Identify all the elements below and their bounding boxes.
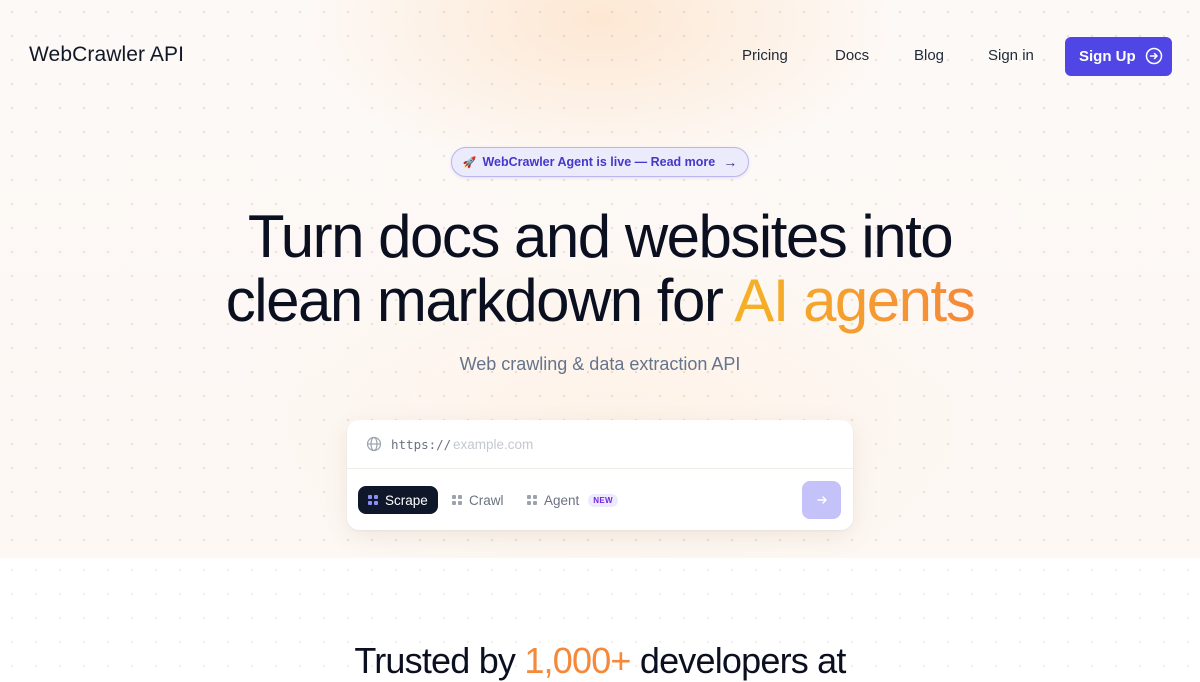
- hero-headline: Turn docs and websites into clean markdo…: [0, 205, 1200, 333]
- url-prefix: https://: [391, 437, 452, 452]
- url-row: https://: [347, 420, 853, 469]
- nav-link-pricing[interactable]: Pricing: [742, 47, 788, 64]
- sign-up-label: Sign Up: [1079, 48, 1136, 65]
- mode-label-agent: Agent: [544, 492, 580, 508]
- announcement-text: WebCrawler Agent is live — Read more: [482, 155, 716, 169]
- hero-subheadline: Web crawling & data extraction API: [459, 354, 741, 374]
- nav-link-blog[interactable]: Blog: [914, 47, 944, 64]
- grid-icon: [452, 495, 462, 505]
- top-navigation: WebCrawler API Pricing Docs Blog Sign in…: [0, 0, 1200, 112]
- sign-up-button[interactable]: Sign Up: [1065, 37, 1172, 76]
- trusted-heading: Trusted by 1,000+ developers at: [0, 640, 1200, 682]
- grid-icon: [368, 495, 378, 505]
- url-input[interactable]: [453, 432, 813, 456]
- trusted-suffix: developers at: [630, 640, 847, 681]
- mode-tab-agent[interactable]: Agent NEW: [527, 486, 618, 514]
- rocket-icon: 🚀: [462, 156, 477, 169]
- arrow-circle-right-icon: [1145, 47, 1163, 65]
- arrow-right-icon: →: [723, 154, 738, 170]
- nav-link-sign-in[interactable]: Sign in: [988, 47, 1034, 64]
- url-input-card: https:// Scrape Crawl Agent NEW: [347, 420, 853, 530]
- mode-label-crawl: Crawl: [469, 492, 504, 508]
- brand-logo[interactable]: WebCrawler API: [29, 43, 184, 67]
- headline-line-1: Turn docs and websites into: [247, 203, 954, 270]
- arrow-right-icon: [816, 496, 827, 504]
- new-badge: NEW: [588, 493, 618, 507]
- mode-tab-scrape[interactable]: Scrape: [358, 486, 438, 514]
- trusted-count: 1,000+: [524, 640, 631, 681]
- mode-tab-crawl[interactable]: Crawl: [452, 486, 504, 514]
- grid-icon: [527, 495, 537, 505]
- submit-button[interactable]: [802, 481, 841, 519]
- headline-accent: AI agents: [734, 267, 976, 334]
- globe-icon: [366, 436, 382, 452]
- announcement-pill[interactable]: 🚀 WebCrawler Agent is live — Read more →: [451, 147, 749, 177]
- mode-label-scrape: Scrape: [385, 492, 428, 508]
- nav-link-docs[interactable]: Docs: [835, 47, 869, 64]
- trusted-prefix: Trusted by: [354, 640, 525, 681]
- headline-line-2-prefix: clean markdown for: [225, 267, 735, 334]
